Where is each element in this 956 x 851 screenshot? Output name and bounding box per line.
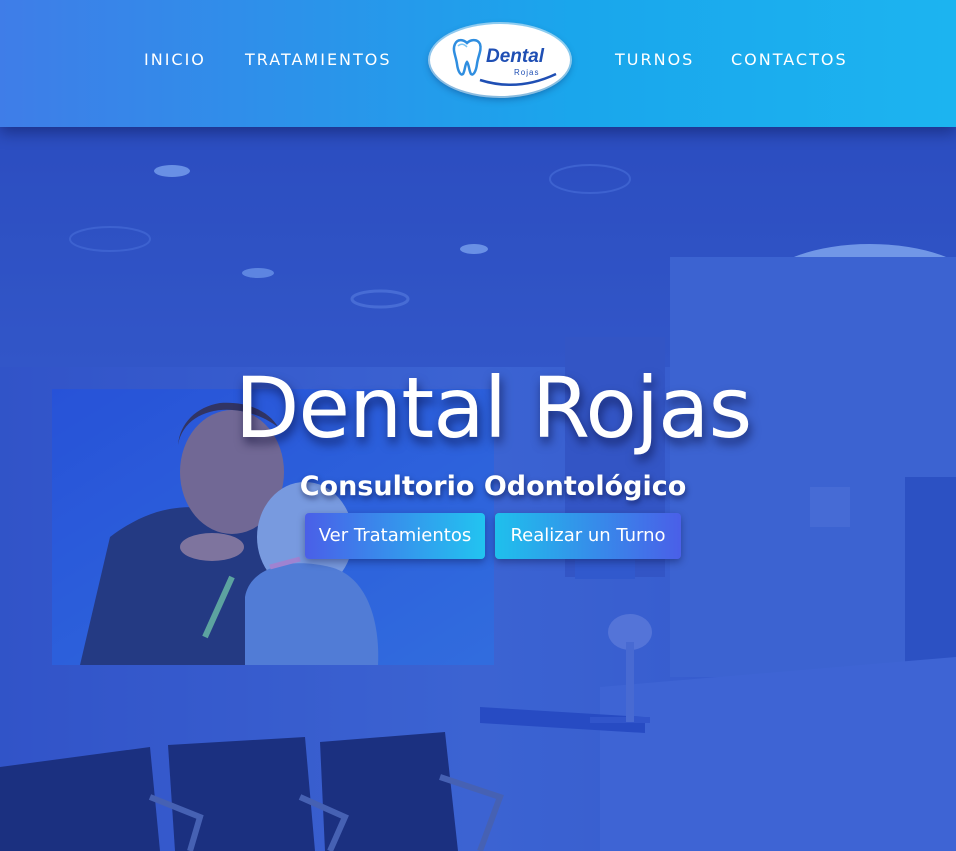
ver-tratamientos-button[interactable]: Ver Tratamientos bbox=[305, 513, 485, 559]
hero-subtitle: Consultorio Odontológico bbox=[299, 471, 687, 502]
nav-link-inicio[interactable]: INICIO bbox=[144, 50, 206, 69]
hero-title: Dental Rojas bbox=[234, 359, 753, 457]
realizar-turno-button[interactable]: Realizar un Turno bbox=[495, 513, 681, 559]
nav-link-turnos[interactable]: TURNOS bbox=[615, 50, 694, 69]
logo-swoosh bbox=[479, 72, 557, 86]
top-navbar: INICIO TRATAMIENTOS Dental Rojas TURNOS … bbox=[0, 0, 956, 127]
hero-section: Dental Rojas Consultorio Odontológico Ve… bbox=[0, 127, 956, 851]
logo-main-text: Dental bbox=[486, 46, 545, 67]
dental-rojas-logo[interactable]: Dental Rojas bbox=[430, 24, 570, 96]
nav-link-tratamientos[interactable]: TRATAMIENTOS bbox=[245, 50, 392, 69]
nav-link-contactos[interactable]: CONTACTOS bbox=[731, 50, 848, 69]
